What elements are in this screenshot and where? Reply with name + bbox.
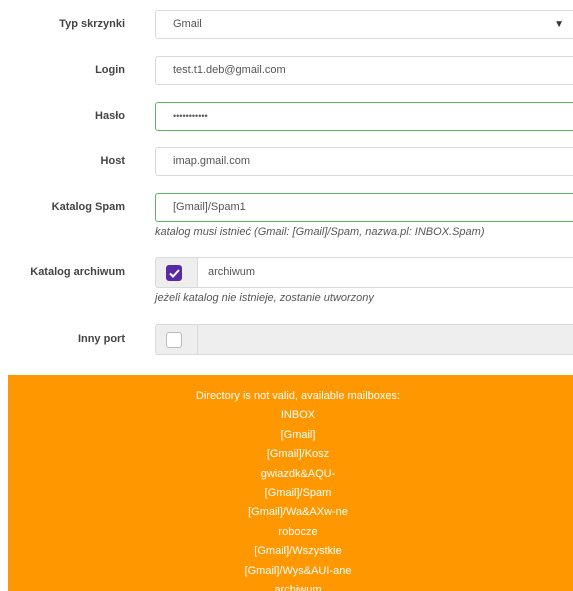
login-row: Login test.t1.deb@gmail.com bbox=[0, 56, 573, 86]
mailbox-item: [Gmail] bbox=[280, 428, 316, 441]
login-label: Login bbox=[95, 64, 125, 76]
spam-folder-row: Katalog Spam [Gmail]/Spam1 katalog musi … bbox=[0, 193, 573, 243]
mailbox-type-row: Typ skrzynki Gmail ▼ bbox=[0, 10, 573, 40]
mailbox-type-value: Gmail bbox=[173, 18, 202, 30]
alert-message: Directory is not valid, available mailbo… bbox=[195, 390, 401, 402]
archive-checkbox-addon bbox=[155, 257, 197, 288]
spam-folder-input[interactable]: [Gmail]/Spam1 bbox=[155, 193, 573, 222]
directory-error-alert: Directory is not valid, available mailbo… bbox=[8, 375, 573, 591]
archive-checkbox[interactable] bbox=[166, 265, 182, 281]
other-port-checkbox[interactable] bbox=[166, 332, 182, 348]
mailbox-item: robocze bbox=[278, 525, 318, 538]
mailbox-type-select[interactable]: Gmail ▼ bbox=[155, 10, 573, 39]
mailbox-settings-form: Typ skrzynki Gmail ▼ Login test.t1.deb@g… bbox=[0, 0, 573, 591]
spam-folder-hint: katalog musi istnieć (Gmail: [Gmail]/Spa… bbox=[155, 226, 485, 238]
host-input[interactable]: imap.gmail.com bbox=[155, 147, 573, 176]
archive-folder-input[interactable]: archiwum bbox=[197, 257, 573, 288]
mailbox-item: archiwum bbox=[274, 584, 322, 591]
other-port-checkbox-addon bbox=[155, 324, 197, 355]
chevron-down-icon: ▼ bbox=[554, 19, 564, 30]
host-label: Host bbox=[100, 155, 125, 167]
archive-folder-row: Katalog archiwum archiwum jeżeli katalog… bbox=[0, 257, 573, 307]
mailbox-item: [Gmail]/Wa&AXw-ne bbox=[248, 506, 348, 519]
spam-folder-label: Katalog Spam bbox=[51, 201, 125, 213]
mailbox-item: [Gmail]/Spam bbox=[264, 487, 332, 500]
other-port-label: Inny port bbox=[77, 333, 125, 345]
checkmark-icon bbox=[169, 269, 180, 278]
archive-folder-hint: jeżeli katalog nie istnieje, zostanie ut… bbox=[155, 292, 374, 304]
archive-folder-label: Katalog archiwum bbox=[30, 266, 125, 278]
password-input[interactable]: ••••••••••• bbox=[155, 102, 573, 131]
password-label: Hasło bbox=[95, 110, 125, 122]
login-input[interactable]: test.t1.deb@gmail.com bbox=[155, 56, 573, 85]
mailbox-type-label: Typ skrzynki bbox=[59, 18, 125, 30]
other-port-row: Inny port bbox=[0, 324, 573, 356]
password-row: Hasło ••••••••••• bbox=[0, 102, 573, 132]
host-row: Host imap.gmail.com bbox=[0, 147, 573, 177]
other-port-input[interactable] bbox=[197, 324, 573, 355]
mailbox-item: [Gmail]/Kosz bbox=[266, 448, 330, 461]
mailbox-item: [Gmail]/Wys&AUI-ane bbox=[244, 564, 352, 577]
mailbox-item: INBOX bbox=[280, 409, 316, 422]
mailbox-item: gwiazdk&AQU- bbox=[260, 467, 336, 480]
mailbox-item: [Gmail]/Wszystkie bbox=[254, 545, 342, 558]
